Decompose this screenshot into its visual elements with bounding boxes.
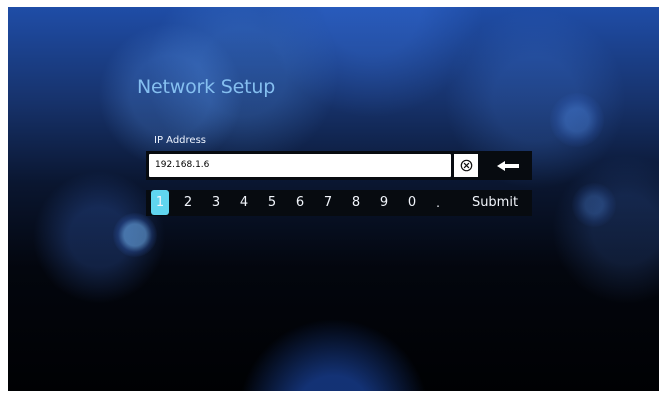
page-title: Network Setup (137, 76, 276, 98)
background-bokeh-light (550, 93, 604, 147)
key-label: 7 (323, 195, 333, 210)
ip-address-label: IP Address (154, 135, 206, 146)
key-9[interactable]: 9 (370, 190, 398, 216)
key-label: 9 (379, 195, 389, 210)
clear-icon (460, 159, 472, 172)
key-label: 0 (407, 195, 417, 210)
key-label: 5 (267, 195, 277, 210)
key-4[interactable]: 4 (230, 190, 258, 216)
backspace-button[interactable] (486, 153, 530, 178)
key-label: 3 (211, 195, 221, 210)
key-5[interactable]: 5 (258, 190, 286, 216)
numeric-keyboard: 1 2 3 4 5 6 7 8 9 0 . Submit (146, 190, 532, 216)
key-label: . (436, 196, 440, 210)
key-dot[interactable]: . (426, 190, 450, 216)
key-label: 6 (295, 195, 305, 210)
key-0[interactable]: 0 (398, 190, 426, 216)
key-7[interactable]: 7 (314, 190, 342, 216)
key-2[interactable]: 2 (174, 190, 202, 216)
key-label: 1 (155, 195, 165, 210)
background-bokeh-light (572, 183, 616, 227)
key-label: 2 (183, 195, 193, 210)
submit-button[interactable]: Submit (450, 190, 532, 216)
key-1[interactable]: 1 (146, 190, 174, 216)
key-label: 4 (239, 195, 249, 210)
submit-label: Submit (471, 195, 519, 210)
clear-input-button[interactable] (454, 154, 478, 177)
background-bokeh-light (113, 213, 157, 257)
key-6[interactable]: 6 (286, 190, 314, 216)
key-label: 8 (351, 195, 361, 210)
ip-address-input[interactable] (149, 154, 451, 177)
ip-address-input-row (146, 151, 532, 180)
key-3[interactable]: 3 (202, 190, 230, 216)
back-arrow-icon (497, 160, 519, 171)
key-8[interactable]: 8 (342, 190, 370, 216)
network-setup-screen: Network Setup IP Address 1 2 3 4 5 6 7 8… (8, 7, 659, 391)
